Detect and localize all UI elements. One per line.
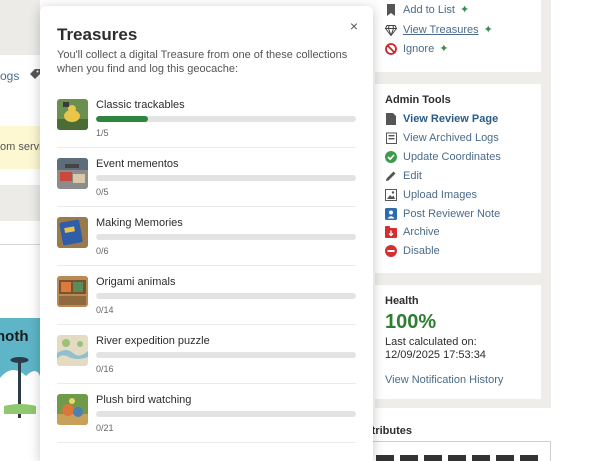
add-to-list-label: Add to List <box>403 4 455 16</box>
divider <box>57 206 356 207</box>
background-divider <box>0 244 40 245</box>
background-logs-link[interactable]: ogs <box>0 69 19 83</box>
divider <box>57 383 356 384</box>
star-icon: ✦ <box>439 42 449 55</box>
treasure-thumbnail <box>57 158 88 189</box>
update-coordinates-label: Update Coordinates <box>403 151 501 163</box>
popover-description: You'll collect a digital Treasure from o… <box>57 49 348 75</box>
treasure-item-plush-bird-watching[interactable]: Plush bird watching 0/21 <box>57 394 356 453</box>
treasure-progress-bar <box>96 352 356 358</box>
treasure-item-river-expedition-puzzle[interactable]: River expedition puzzle 0/16 <box>57 335 356 394</box>
popover-title: Treasures <box>57 25 138 44</box>
disable-icon <box>385 245 397 257</box>
upload-images-link[interactable]: Upload Images <box>385 187 477 203</box>
disable-link[interactable]: Disable <box>385 243 440 259</box>
treasure-item-classic-trackables[interactable]: Classic trackables 1/5 <box>57 99 356 158</box>
treasure-thumbnail <box>57 217 88 248</box>
treasure-progress-bar <box>96 234 356 240</box>
background-gray-band <box>0 185 40 221</box>
post-reviewer-note-link[interactable]: Post Reviewer Note <box>385 206 500 222</box>
treasure-count: 0/16 <box>96 364 114 374</box>
archive-box-icon <box>385 132 397 144</box>
treasure-count: 0/5 <box>96 187 109 197</box>
treasure-progress-bar <box>96 116 356 122</box>
health-calc-date: 12/09/2025 17:53:34 <box>385 349 486 361</box>
progress-fill <box>96 116 148 122</box>
disable-label: Disable <box>403 245 440 257</box>
divider <box>57 324 356 325</box>
treasure-name: Origami animals <box>96 276 176 288</box>
upload-images-label: Upload Images <box>403 189 477 201</box>
background-page: ogs om servic noth <box>0 0 47 461</box>
admin-tools-title: Admin Tools <box>385 94 451 106</box>
treasure-thumbnail <box>57 335 88 366</box>
background-promo-text: noth <box>0 328 29 345</box>
treasure-count: 1/5 <box>96 128 109 138</box>
attribute-icon[interactable] <box>472 455 490 461</box>
treasure-count: 0/21 <box>96 423 114 433</box>
health-title: Health <box>385 295 419 307</box>
health-value: 100% <box>385 311 437 333</box>
view-review-page-label: View Review Page <box>403 113 499 125</box>
treasure-name: Classic trackables <box>96 99 185 111</box>
view-archived-logs-label: View Archived Logs <box>403 132 499 144</box>
treasure-thumbnail <box>57 394 88 425</box>
attribute-icon[interactable] <box>424 455 442 461</box>
divider <box>57 442 356 443</box>
treasure-count: 0/14 <box>96 305 114 315</box>
notification-history-link[interactable]: View Notification History <box>385 374 503 386</box>
treasure-progress-bar <box>96 175 356 181</box>
image-icon <box>385 189 397 201</box>
treasure-progress-bar <box>96 411 356 417</box>
archive-icon <box>385 226 397 238</box>
update-coordinates-link[interactable]: Update Coordinates <box>385 149 501 165</box>
edit-link[interactable]: Edit <box>385 168 422 184</box>
reviewer-icon <box>385 208 397 220</box>
bookmark-icon <box>385 4 397 16</box>
treasures-popover: Treasures × You'll collect a digital Tre… <box>40 6 373 461</box>
star-icon: ✦ <box>459 3 470 16</box>
view-treasures-label: View Treasures <box>403 24 479 36</box>
pencil-icon <box>385 170 397 182</box>
ignore-link[interactable]: Ignore ✦ <box>385 41 448 57</box>
attribute-icon[interactable] <box>376 455 394 461</box>
archive-label: Archive <box>403 226 440 238</box>
add-to-list-link[interactable]: Add to List ✦ <box>385 2 469 18</box>
view-review-page-link[interactable]: View Review Page <box>385 111 498 127</box>
check-circle-icon <box>385 151 397 163</box>
treasure-name: Plush bird watching <box>96 394 192 406</box>
view-archived-logs-link[interactable]: View Archived Logs <box>385 130 499 146</box>
edit-label: Edit <box>403 170 422 182</box>
treasure-name: Making Memories <box>96 217 183 229</box>
attributes-title: ttributes <box>368 425 412 437</box>
no-entry-icon <box>385 43 397 55</box>
page-icon <box>385 113 397 125</box>
treasure-item-making-memories[interactable]: Making Memories 0/6 <box>57 217 356 276</box>
health-calc-label: Last calculated on: <box>385 336 477 348</box>
treasure-name: Event mementos <box>96 158 179 170</box>
treasure-count: 0/6 <box>96 246 109 256</box>
treasure-thumbnail <box>57 276 88 307</box>
view-treasures-link[interactable]: View Treasures ✦ <box>385 22 493 38</box>
gem-icon <box>385 24 397 36</box>
attribute-icon[interactable] <box>400 455 418 461</box>
divider <box>57 265 356 266</box>
attribute-icon[interactable] <box>520 455 538 461</box>
treasure-name: River expedition puzzle <box>96 335 210 347</box>
attribute-icon[interactable] <box>448 455 466 461</box>
attribute-icon[interactable] <box>496 455 514 461</box>
star-icon: ✦ <box>483 23 493 36</box>
treasure-item-origami-animals[interactable]: Origami animals 0/14 <box>57 276 356 335</box>
close-icon[interactable]: × <box>347 19 361 33</box>
post-reviewer-note-label: Post Reviewer Note <box>403 208 501 220</box>
treasure-item-event-mementos[interactable]: Event mementos 0/5 <box>57 158 356 217</box>
archive-link[interactable]: Archive <box>385 224 440 240</box>
divider <box>57 147 356 148</box>
treasure-thumbnail <box>57 99 88 130</box>
treasure-progress-bar <box>96 293 356 299</box>
ignore-label: Ignore <box>403 43 435 55</box>
background-header-band <box>0 0 40 55</box>
